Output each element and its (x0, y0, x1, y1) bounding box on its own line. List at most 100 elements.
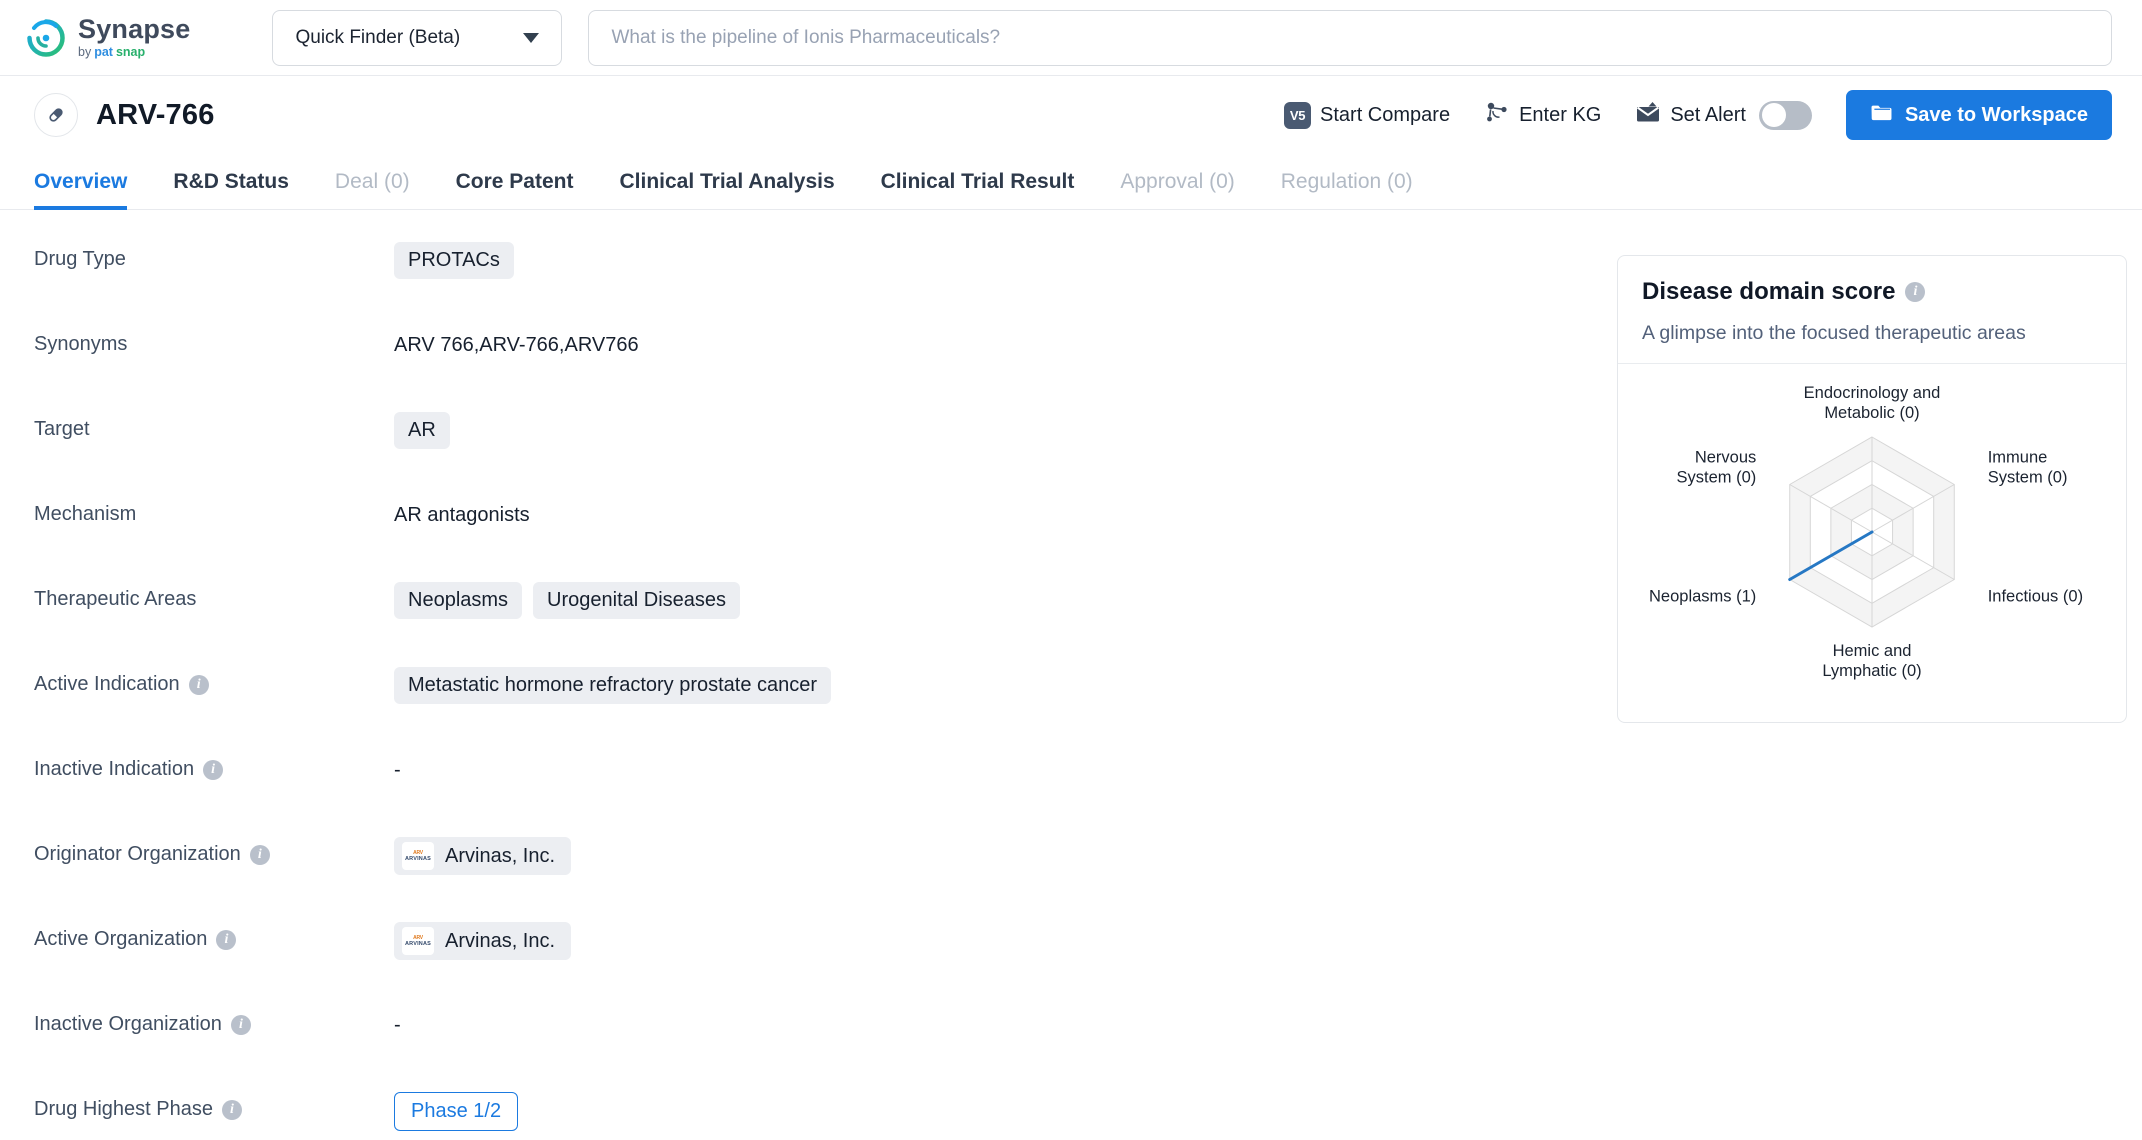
field-label-text: Originator Organization (34, 843, 241, 865)
field-value: Neoplasms Urogenital Diseases (394, 580, 741, 619)
radar-chart-svg: Endocrinology and Metabolic (0) Immune Syst… (1649, 384, 2083, 680)
card-title-text: Disease domain score (1642, 278, 1896, 305)
toggle-knob (1761, 103, 1786, 127)
therapeutic-area-chip[interactable]: Neoplasms (394, 582, 523, 619)
field-therapeutic-areas: Therapeutic Areas Neoplasms Urogenital D… (34, 580, 1600, 665)
card-title: Disease domain score i (1642, 278, 2102, 306)
quick-finder-label: Quick Finder (Beta) (295, 26, 461, 48)
active-organization-chip[interactable]: ARV ARVINAS Arvinas, Inc. (394, 922, 572, 960)
radar-chart: Endocrinology and Metabolic (0) Immune Syst… (1618, 364, 2126, 722)
info-icon[interactable]: i (221, 1099, 242, 1120)
radar-axis-label: Immune System (0) (1988, 449, 2068, 487)
org-logo-bottom: ARVINAS (404, 941, 432, 947)
card-header: Disease domain score i A glimpse into th… (1618, 256, 2126, 363)
brand-snap: snap (115, 45, 146, 60)
field-label-text: Inactive Indication (34, 758, 195, 780)
brand-pat: pat (94, 45, 113, 60)
enter-kg-button[interactable]: Enter KG (1484, 100, 1601, 130)
field-label-text: Active Organization (34, 928, 208, 950)
field-value: PROTACs (394, 240, 514, 279)
knowledge-graph-icon (1484, 100, 1510, 130)
radar-axis-label: Endocrinology and Metabolic (0) (1804, 384, 1941, 422)
set-alert-toggle[interactable] (1758, 100, 1812, 130)
therapeutic-area-chip[interactable]: Urogenital Diseases (533, 582, 741, 619)
org-logo-bottom: ARVINAS (404, 856, 432, 862)
inactive-indication-text: - (394, 759, 401, 781)
synonyms-text: ARV 766,ARV-766,ARV766 (394, 334, 639, 356)
save-to-workspace-button[interactable]: Save to Workspace (1845, 90, 2112, 140)
field-label: Inactive Indication i (34, 750, 394, 781)
originator-organization-chip[interactable]: ARV ARVINAS Arvinas, Inc. (394, 837, 572, 875)
synapse-logo-icon (26, 18, 66, 58)
field-label: Originator Organization i (34, 835, 394, 866)
info-icon[interactable]: i (1905, 282, 1926, 302)
brand-name: Synapse (78, 14, 191, 45)
overview-field-list: Drug Type PROTACs Synonyms ARV 766,ARV-7… (0, 210, 1600, 1140)
tab-approval[interactable]: Approval (0) (1120, 170, 1234, 210)
info-icon[interactable]: i (216, 929, 237, 950)
field-label: Therapeutic Areas (34, 588, 197, 610)
top-bar: Synapse by pat snap Quick Finder (Beta) (0, 0, 2142, 76)
active-indication-chip[interactable]: Metastatic hormone refractory prostate c… (394, 667, 832, 704)
field-label: Drug Highest Phase i (34, 1090, 394, 1121)
brand-logo[interactable]: Synapse by pat snap (26, 16, 190, 59)
field-active-indication: Active Indication i Metastatic hormone r… (34, 665, 1600, 750)
pill-icon (34, 93, 78, 137)
arvinas-logo-icon: ARV ARVINAS (402, 842, 434, 870)
tab-clinical-trial-analysis[interactable]: Clinical Trial Analysis (619, 170, 834, 210)
field-label: Inactive Organization i (34, 1005, 394, 1036)
field-target: Target AR (34, 410, 1600, 495)
field-label: Target (34, 418, 90, 440)
page-title: ARV-766 (96, 98, 215, 131)
drug-type-chip[interactable]: PROTACs (394, 242, 514, 279)
v5-badge-icon: V5 (1284, 101, 1312, 129)
field-drug-highest-phase: Drug Highest Phase i Phase 1/2 (34, 1090, 1600, 1140)
tab-regulation[interactable]: Regulation (0) (1281, 170, 1413, 210)
alert-envelope-icon (1635, 101, 1661, 129)
info-icon[interactable]: i (230, 1014, 251, 1035)
target-chip[interactable]: AR (394, 412, 450, 449)
radar-axis-label: Neoplasms (1) (1649, 588, 1756, 606)
search-input[interactable] (588, 9, 2112, 66)
tab-rd-status[interactable]: R&D Status (173, 170, 289, 210)
originator-organization-name: Arvinas, Inc. (445, 844, 556, 867)
field-inactive-indication: Inactive Indication i - (34, 750, 1600, 835)
radar-axis-label: Hemic and Lymphatic (0) (1822, 642, 1921, 680)
save-to-workspace-label: Save to Workspace (1904, 103, 2088, 126)
start-compare-button[interactable]: V5 Start Compare (1284, 101, 1451, 129)
tab-deal[interactable]: Deal (0) (335, 170, 410, 210)
field-value: - (394, 1005, 401, 1037)
field-value: AR antagonists (394, 495, 530, 527)
set-alert-label: Set Alert (1670, 103, 1746, 126)
field-value: - (394, 750, 401, 782)
field-value: Phase 1/2 (394, 1090, 519, 1131)
card-subtitle: A glimpse into the focused therapeutic a… (1642, 322, 2026, 344)
tab-bar: Overview R&D Status Deal (0) Core Patent… (0, 154, 2142, 210)
drug-highest-phase-chip[interactable]: Phase 1/2 (394, 1092, 519, 1131)
field-value: AR (394, 410, 450, 449)
field-synonyms: Synonyms ARV 766,ARV-766,ARV766 (34, 325, 1600, 410)
field-label: Active Indication i (34, 665, 394, 696)
radar-axis-label: Infectious (0) (1988, 588, 2083, 606)
field-mechanism: Mechanism AR antagonists (34, 495, 1600, 580)
field-label: Synonyms (34, 333, 128, 355)
info-icon[interactable]: i (188, 674, 209, 695)
field-label: Drug Type (34, 248, 126, 270)
info-icon[interactable]: i (203, 759, 224, 780)
radar-axis-label: Nervous System (0) (1677, 449, 1757, 487)
inactive-organization-text: - (394, 1014, 401, 1036)
field-value: Metastatic hormone refractory prostate c… (394, 665, 832, 704)
set-alert-control[interactable]: Set Alert (1635, 100, 1812, 130)
field-drug-type: Drug Type PROTACs (34, 240, 1600, 325)
enter-kg-label: Enter KG (1519, 103, 1602, 126)
brand-by: by (78, 45, 92, 60)
tab-clinical-trial-result[interactable]: Clinical Trial Result (881, 170, 1075, 210)
field-value: ARV 766,ARV-766,ARV766 (394, 325, 639, 357)
info-icon[interactable]: i (249, 844, 270, 865)
field-label-text: Inactive Organization (34, 1013, 222, 1035)
quick-finder-dropdown[interactable]: Quick Finder (Beta) (272, 9, 563, 66)
start-compare-label: Start Compare (1320, 103, 1451, 126)
tab-core-patent[interactable]: Core Patent (456, 170, 574, 210)
tab-overview[interactable]: Overview (34, 170, 128, 210)
chevron-down-icon (523, 32, 540, 43)
